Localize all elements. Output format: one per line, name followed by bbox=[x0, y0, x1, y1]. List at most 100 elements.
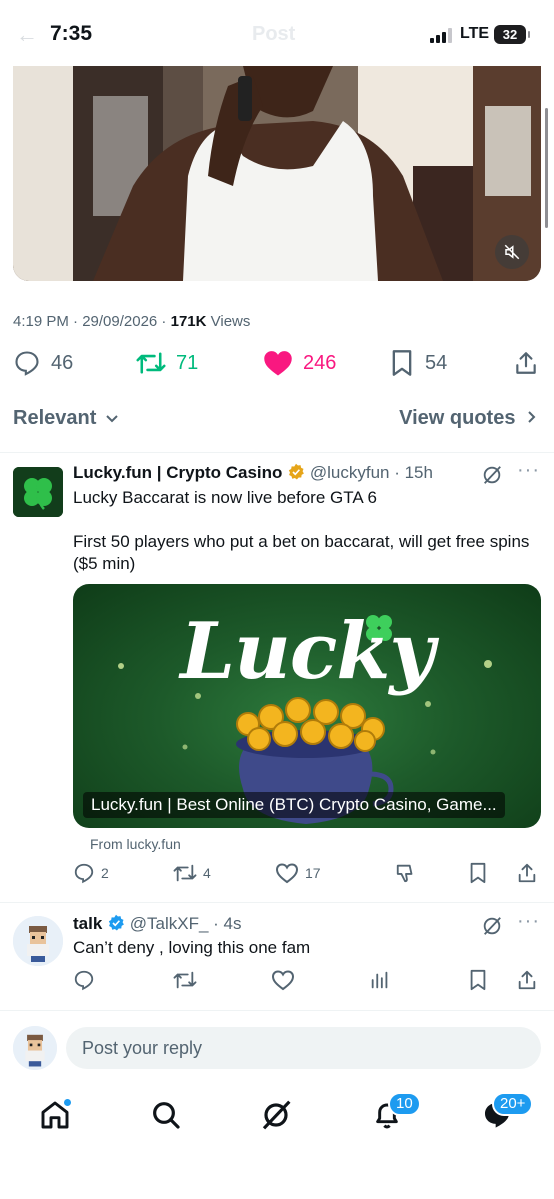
heart-icon bbox=[275, 863, 299, 884]
reply-text-line2: First 50 players who put a bet on baccar… bbox=[73, 532, 530, 573]
share-button[interactable] bbox=[516, 969, 538, 991]
avatar-image bbox=[13, 916, 63, 966]
post-action-bar: 46 71 246 54 bbox=[13, 349, 541, 385]
repost-count: 71 bbox=[176, 351, 199, 374]
repost-count: 4 bbox=[203, 865, 211, 881]
card-logo-text: Lucky bbox=[180, 606, 434, 697]
analytics-button[interactable] bbox=[369, 969, 391, 991]
share-button[interactable] bbox=[516, 862, 538, 884]
repost-icon bbox=[173, 864, 197, 882]
bookmark-count: 54 bbox=[425, 351, 448, 374]
more-options-icon[interactable]: ··· bbox=[517, 910, 540, 933]
verified-gold-badge-icon bbox=[289, 463, 305, 480]
author-handle[interactable]: @TalkXF_ · 4s bbox=[130, 914, 242, 933]
avatar[interactable] bbox=[13, 1026, 57, 1070]
heart-icon bbox=[271, 970, 295, 991]
sort-dropdown[interactable]: Relevant bbox=[13, 407, 119, 430]
reply-button[interactable]: 46 bbox=[13, 349, 73, 377]
battery-indicator: 32 bbox=[494, 25, 530, 44]
share-button[interactable] bbox=[513, 349, 539, 377]
messages-badge: 20+ bbox=[492, 1092, 534, 1116]
chevron-right-icon bbox=[528, 411, 536, 423]
post-metadata: 4:19 PM · 29/09/2026 · 171K Views bbox=[13, 313, 250, 330]
verified-badge-icon bbox=[108, 914, 124, 931]
reply-icon bbox=[74, 970, 94, 991]
sort-label: Relevant bbox=[13, 407, 97, 429]
avatar[interactable] bbox=[13, 916, 63, 966]
reply-text: Can’t deny , loving this one fam bbox=[73, 938, 311, 957]
more-options-icon[interactable]: ··· bbox=[517, 459, 540, 482]
grok-icon bbox=[262, 1100, 291, 1130]
avatar[interactable] bbox=[13, 467, 63, 517]
analytics-bars-icon bbox=[371, 971, 388, 989]
mute-button[interactable] bbox=[495, 235, 529, 269]
repost-icon bbox=[136, 352, 166, 374]
share-icon bbox=[516, 352, 536, 374]
nav-messages[interactable]: 20+ bbox=[480, 1092, 534, 1132]
like-button[interactable]: 17 bbox=[275, 862, 321, 884]
post-video[interactable] bbox=[13, 66, 541, 281]
author-handle[interactable]: @luckyfun · 15h bbox=[310, 463, 433, 482]
home-unread-dot bbox=[63, 1098, 72, 1107]
view-quotes-link[interactable]: View quotes bbox=[399, 407, 537, 430]
clover-icon bbox=[13, 467, 63, 517]
divider bbox=[0, 452, 554, 453]
views-label: Views bbox=[206, 313, 251, 330]
bookmark-icon bbox=[470, 969, 486, 991]
signal-icon bbox=[430, 28, 452, 43]
bottom-nav: 10 20+ bbox=[0, 1090, 554, 1150]
nav-notifications[interactable]: 10 bbox=[370, 1092, 421, 1132]
bookmark-button[interactable] bbox=[468, 862, 488, 884]
nav-grok[interactable] bbox=[259, 1098, 293, 1132]
views-count[interactable]: 171K bbox=[171, 313, 207, 330]
scrollbar[interactable] bbox=[545, 108, 548, 228]
thumbs-down-icon bbox=[396, 864, 413, 883]
share-icon bbox=[518, 970, 536, 990]
card-caption: Lucky.fun | Best Online (BTC) Crypto Cas… bbox=[83, 792, 505, 818]
heart-filled-icon bbox=[264, 351, 292, 376]
like-button[interactable] bbox=[271, 969, 295, 991]
reply-action-bar bbox=[73, 969, 541, 993]
repost-button[interactable] bbox=[173, 969, 197, 991]
reply-composer: Post your reply bbox=[0, 1016, 554, 1082]
nav-home[interactable] bbox=[38, 1098, 72, 1132]
reply-author-line: talk @TalkXF_ · 4s bbox=[73, 914, 242, 934]
bookmark-button[interactable]: 54 bbox=[389, 349, 447, 377]
like-count: 246 bbox=[303, 351, 337, 374]
bookmark-icon bbox=[470, 862, 486, 884]
author-name[interactable]: Lucky.fun | Crypto Casino bbox=[73, 463, 282, 482]
like-button[interactable]: 246 bbox=[263, 349, 336, 377]
author-name[interactable]: talk bbox=[73, 914, 102, 933]
reply-icon bbox=[15, 351, 39, 376]
repost-button[interactable]: 4 bbox=[173, 862, 211, 884]
nav-search[interactable] bbox=[149, 1098, 183, 1132]
back-arrow-icon[interactable]: ← bbox=[16, 22, 38, 48]
page-title: Post bbox=[252, 23, 296, 45]
share-icon bbox=[518, 863, 536, 883]
reply-input[interactable]: Post your reply bbox=[66, 1027, 541, 1069]
repost-icon bbox=[173, 971, 197, 989]
reply-text-line1: Lucky Baccarat is now live before GTA 6 bbox=[73, 488, 377, 507]
chevron-down-icon bbox=[106, 415, 118, 423]
reply-button[interactable]: 2 bbox=[73, 862, 109, 884]
divider bbox=[0, 1010, 554, 1011]
grok-icon[interactable] bbox=[481, 915, 503, 937]
status-time: 7:35 bbox=[50, 22, 93, 45]
reply-count: 46 bbox=[51, 351, 74, 374]
reply-icon bbox=[74, 863, 94, 884]
link-card[interactable]: Lucky Lucky.fun | Best Online (BTC) Cryp… bbox=[73, 584, 541, 828]
speaker-muted-icon bbox=[504, 244, 520, 260]
network-type: LTE bbox=[460, 25, 490, 42]
bookmark-button[interactable] bbox=[468, 969, 488, 991]
card-source[interactable]: From lucky.fun bbox=[90, 836, 181, 852]
notifications-badge: 10 bbox=[388, 1092, 421, 1116]
avatar-image bbox=[13, 1026, 57, 1070]
reply-button[interactable] bbox=[73, 969, 95, 991]
downvote-button[interactable] bbox=[395, 862, 417, 884]
repost-button[interactable]: 71 bbox=[136, 349, 198, 377]
divider bbox=[0, 902, 554, 903]
bookmark-icon bbox=[392, 350, 412, 376]
video-frame bbox=[13, 66, 541, 281]
grok-icon[interactable] bbox=[481, 464, 503, 486]
view-quotes-label: View quotes bbox=[399, 407, 516, 429]
